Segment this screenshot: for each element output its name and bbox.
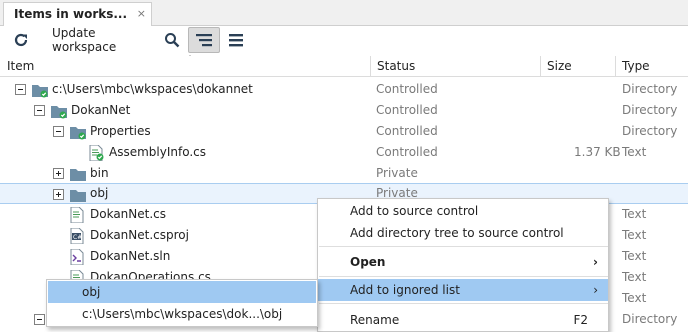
controlled-folder-icon (32, 85, 48, 98)
header-type[interactable]: Type (615, 56, 688, 77)
menu-item-add-directory-tree[interactable]: Add directory tree to source control (318, 222, 608, 244)
workspace-panel: { "tab":{"title":"Items in works...","cl… (0, 0, 688, 332)
menu-divider (319, 276, 608, 277)
menu-button[interactable] (224, 28, 248, 52)
search-icon (165, 33, 180, 48)
item-name: DokanNet.cs (90, 207, 167, 221)
table-row[interactable]: c:\Users\mbc\wkspaces\dokannet Controlle… (0, 79, 688, 100)
item-status: Controlled (376, 145, 438, 159)
folder-icon (70, 190, 86, 202)
menu-item-label: Open (350, 255, 386, 269)
item-type: Directory (622, 82, 678, 96)
header-status[interactable]: Status (370, 56, 540, 77)
svg-text:C#: C# (73, 234, 82, 241)
table-row[interactable]: AssemblyInfo.cs Controlled 1.37 KB Text (0, 142, 688, 163)
shortcut-label: F2 (573, 313, 588, 327)
submenu-arrow-icon: › (593, 255, 598, 269)
item-type: Text (622, 291, 647, 305)
item-name: DokanNet.sln (90, 249, 171, 263)
tab-title: Items in works... (14, 7, 128, 21)
sln-file-icon (70, 249, 84, 265)
submenu-item-ignore-path[interactable]: c:\Users\mbc\wkspaces\dok...\obj (48, 303, 316, 325)
menu-item-rename[interactable]: Rename F2 (318, 309, 608, 331)
tab-items-in-workspace[interactable]: Items in works... × (3, 2, 152, 27)
item-type: Directory (622, 312, 678, 326)
menu-item-open[interactable]: Open › (318, 251, 608, 273)
table-row[interactable]: Properties Controlled Directory (0, 121, 688, 142)
item-name: bin (90, 166, 109, 180)
item-name: AssemblyInfo.cs (109, 145, 207, 159)
header-item[interactable]: Item (0, 56, 370, 77)
menu-item-add-to-ignored-list[interactable]: Add to ignored list › (318, 279, 608, 301)
item-status: Controlled (376, 103, 438, 117)
collapse-toggle[interactable] (34, 105, 45, 116)
tree-view-toggle[interactable] (188, 27, 220, 53)
menu-divider (319, 303, 608, 304)
refresh-button[interactable] (9, 28, 33, 52)
item-status: Controlled (376, 124, 438, 138)
menu-item-label: Add to source control (350, 204, 479, 218)
menu-item-label: Add to ignored list (350, 283, 460, 297)
controlled-folder-icon (70, 127, 86, 140)
expand-toggle[interactable] (53, 189, 64, 200)
context-menu: Add to source control Add directory tree… (317, 198, 609, 332)
csproj-file-icon: C# (70, 228, 84, 244)
item-type: Directory (622, 103, 678, 117)
submenu-arrow-icon: › (593, 283, 598, 297)
header-size[interactable]: Size (540, 56, 615, 77)
item-type: Text (622, 249, 647, 263)
search-button[interactable] (160, 28, 184, 52)
table-row[interactable]: DokanNet Controlled Directory (0, 100, 688, 121)
hamburger-icon (229, 34, 243, 47)
table-row[interactable]: bin Private (0, 163, 688, 184)
tab-strip: Items in works... × (0, 0, 688, 27)
update-workspace-button[interactable]: Update workspace (48, 26, 154, 54)
collapse-toggle[interactable] (53, 126, 64, 137)
collapse-toggle[interactable] (15, 84, 26, 95)
toolbar: Update workspace (0, 26, 688, 54)
tab-close-icon[interactable]: × (137, 7, 146, 20)
refresh-icon (14, 33, 28, 47)
column-header: Item Status Size Type (0, 56, 688, 77)
tree-view-icon (196, 34, 212, 47)
item-name: DokanNet (71, 103, 131, 117)
menu-item-label: Add directory tree to source control (350, 226, 564, 240)
menu-divider (319, 246, 608, 247)
controlled-file-icon (89, 145, 104, 161)
item-name: Properties (90, 124, 151, 138)
item-name: DokanNet.csproj (90, 228, 189, 242)
item-type: Text (622, 270, 647, 284)
ignored-list-submenu: obj c:\Users\mbc\wkspaces\dok...\obj (46, 279, 318, 327)
item-type: Text (622, 228, 647, 242)
folder-icon (70, 169, 86, 181)
item-status: Private (376, 166, 418, 180)
submenu-item-ignore-name[interactable]: obj (48, 281, 316, 303)
menu-item-add-to-source-control[interactable]: Add to source control (318, 200, 608, 222)
menu-item-label: Rename (350, 313, 400, 327)
controlled-folder-icon (51, 106, 67, 119)
expand-toggle[interactable] (53, 168, 64, 179)
item-type: Text (622, 145, 647, 159)
item-status: Controlled (376, 82, 438, 96)
item-name: obj (90, 186, 109, 200)
collapse-toggle[interactable] (34, 314, 45, 325)
cs-file-icon (70, 207, 84, 223)
item-type: Text (622, 207, 647, 221)
item-type: Directory (622, 124, 678, 138)
item-size: 1.37 KB (574, 145, 621, 159)
item-name: c:\Users\mbc\wkspaces\dokannet (52, 82, 253, 96)
